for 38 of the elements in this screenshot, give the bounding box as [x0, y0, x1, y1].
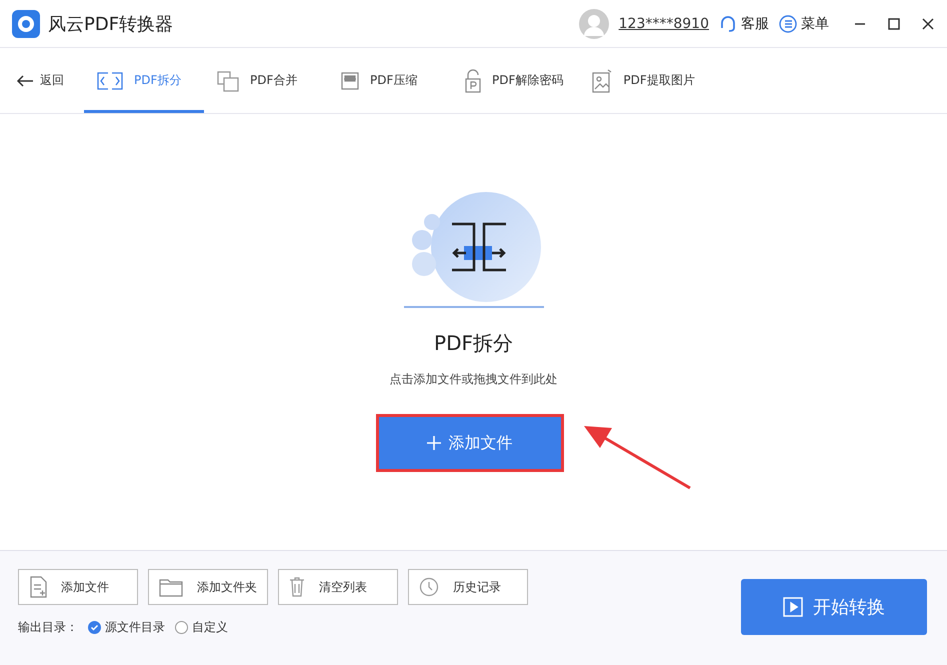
- service-button[interactable]: 客服: [719, 14, 769, 32]
- file-icon: [29, 576, 47, 598]
- close-icon[interactable]: [921, 16, 935, 30]
- tab[interactable]: PDF提取图片: [579, 48, 707, 113]
- tab[interactable]: PDF压缩: [328, 48, 448, 113]
- clock-icon: [419, 577, 439, 597]
- split-icon: [96, 70, 124, 90]
- folder-icon: [159, 577, 183, 597]
- toolbar-button[interactable]: 添加文件夹: [148, 569, 268, 605]
- toolbar-button[interactable]: 清空列表: [278, 569, 398, 605]
- plus-icon: [426, 436, 440, 450]
- add-file-button[interactable]: 添加文件: [376, 414, 564, 472]
- lock-icon: [464, 68, 482, 92]
- play-icon: [783, 597, 803, 617]
- toolbar-button[interactable]: 添加文件: [18, 569, 138, 605]
- drop-hint: 点击添加文件或拖拽文件到此处: [390, 371, 558, 388]
- toolbar-button[interactable]: 历史记录: [408, 569, 528, 605]
- headset-icon: [719, 14, 737, 32]
- radio-option[interactable]: 源文件目录: [88, 619, 165, 636]
- radio-option[interactable]: 自定义: [175, 619, 228, 636]
- trash-icon: [289, 577, 305, 597]
- check-icon: [89, 622, 100, 633]
- window-title: 风云PDF转换器: [48, 12, 174, 36]
- tab[interactable]: PDF解除密码: [452, 48, 576, 113]
- copy-icon: [216, 70, 240, 92]
- back-arrow-icon: [16, 74, 34, 88]
- app-logo: [12, 10, 40, 38]
- start-button[interactable]: 开始转换: [741, 579, 927, 635]
- drop-zone-title: PDF拆分: [434, 330, 513, 357]
- menu-icon: [779, 14, 797, 32]
- maximize-icon[interactable]: [887, 16, 901, 30]
- menu-button[interactable]: 菜单: [779, 14, 829, 32]
- zip-icon: [340, 70, 360, 90]
- output-label: 输出目录：: [18, 619, 78, 636]
- image-icon: [591, 68, 614, 92]
- account-link[interactable]: 123****8910: [618, 16, 709, 32]
- back-button[interactable]: 返回: [16, 48, 64, 113]
- tab[interactable]: PDF合并: [204, 48, 324, 113]
